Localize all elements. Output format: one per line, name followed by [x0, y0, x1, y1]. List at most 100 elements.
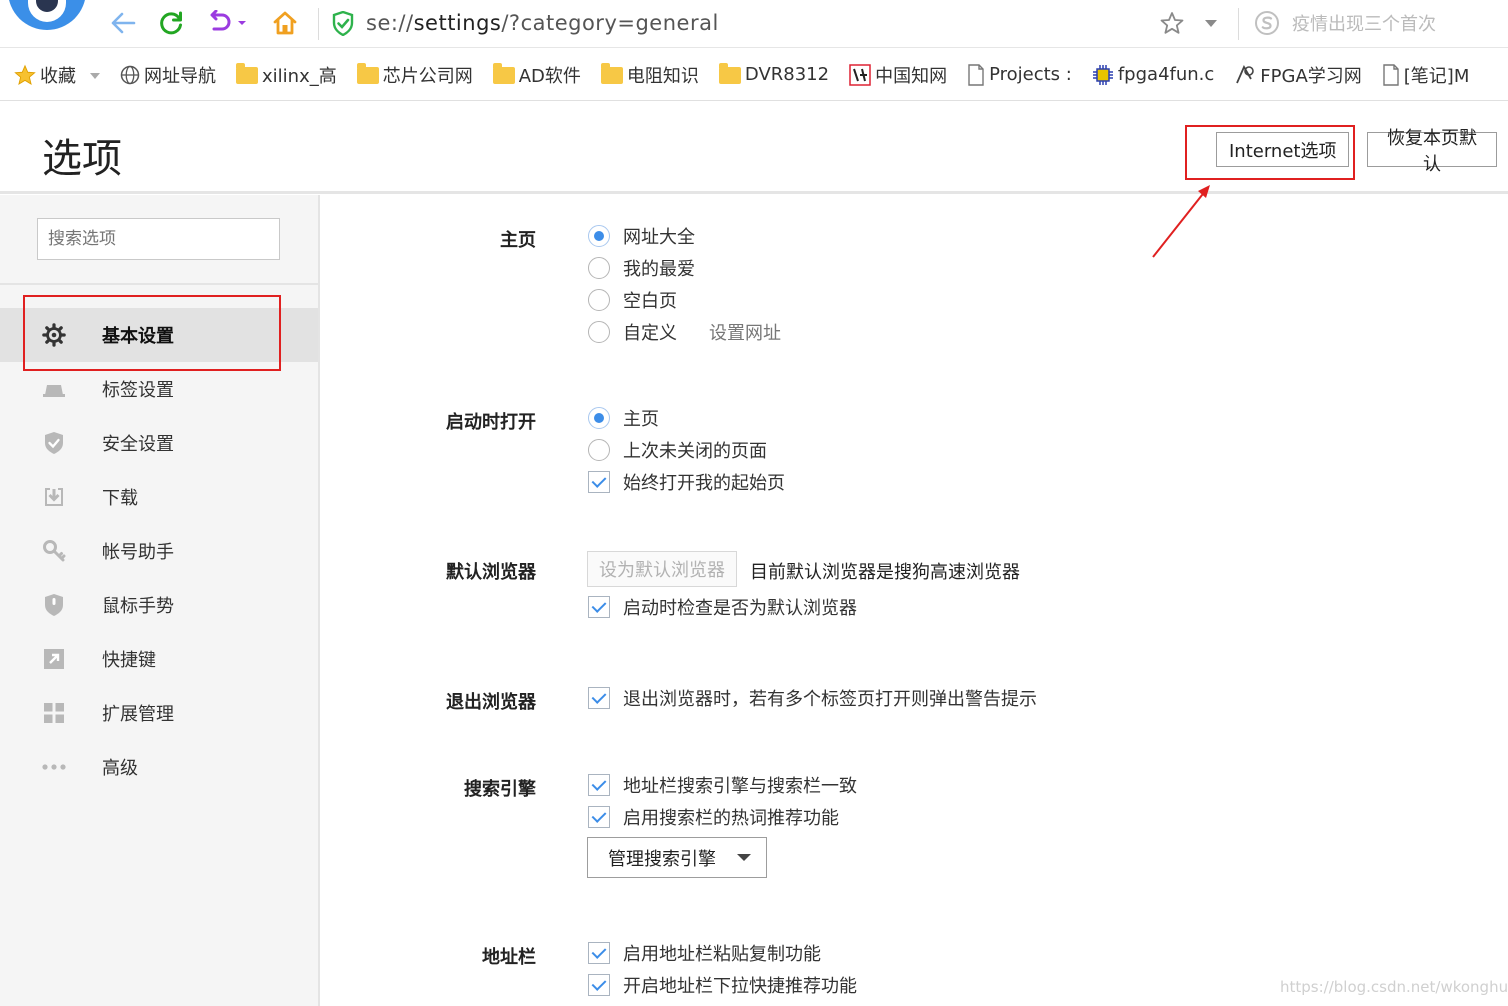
checkbox[interactable] [588, 806, 610, 828]
bookmark-folder[interactable]: 芯片公司网 [356, 58, 473, 92]
bookmark-item[interactable]: FPGA学习网 [1234, 58, 1362, 92]
folder-icon [492, 63, 515, 84]
shield-check-icon [42, 431, 66, 455]
sidebar-item-shortcuts[interactable]: 快捷键 [0, 632, 318, 686]
address-bar[interactable]: se://settings/?category=general [332, 6, 1132, 40]
checkbox[interactable] [588, 774, 610, 796]
shortcut-icon [42, 647, 66, 671]
checkbox[interactable] [588, 974, 610, 996]
radio-button[interactable] [588, 407, 610, 429]
homepage-option-blank[interactable]: 空白页 [588, 287, 677, 313]
more-icon [42, 755, 66, 779]
watermark: https://blog.csdn.net/wkonghua [1280, 978, 1508, 996]
toolbar-divider [1238, 8, 1239, 40]
sidebar-item-mouse-gestures[interactable]: 鼠标手势 [0, 578, 318, 632]
back-icon[interactable] [106, 6, 140, 40]
startup-always-open-checkbox[interactable]: 始终打开我的起始页 [588, 469, 785, 495]
checkbox[interactable] [588, 471, 610, 493]
browser-logo-icon[interactable] [8, 0, 86, 30]
folder-icon [356, 63, 379, 84]
settings-menu: 基本设置 标签设置 安全设置 下载 帐号助手 鼠标手势 快捷键 扩展管理 高级 [0, 308, 318, 794]
menu-dropdown-icon[interactable] [1196, 6, 1226, 40]
chevron-down-icon[interactable] [90, 64, 100, 85]
sidebar-item-download[interactable]: 下载 [0, 470, 318, 524]
search-placeholder: 疫情出现三个首次 [1292, 14, 1436, 35]
check-default-on-startup-checkbox[interactable]: 启动时检查是否为默认浏览器 [588, 594, 857, 620]
section-label-homepage: 主页 [500, 230, 536, 251]
bookmarks-bar: 收藏 网址导航 xilinx_高 芯片公司网 AD软件 电阻知识 DVR8312… [0, 49, 1508, 101]
checkbox[interactable] [588, 942, 610, 964]
hotwords-checkbox[interactable]: 启用搜索栏的热词推荐功能 [588, 804, 839, 830]
fpga-icon [1234, 64, 1256, 86]
radio-button[interactable] [588, 225, 610, 247]
secure-shield-icon [332, 10, 354, 40]
bookmark-folder[interactable]: AD软件 [492, 58, 581, 92]
section-label-exit: 退出浏览器 [446, 692, 536, 713]
url-text[interactable]: se://settings/?category=general [366, 11, 719, 35]
set-default-browser-button[interactable]: 设为默认浏览器 [587, 551, 737, 587]
bookmark-folder[interactable]: DVR8312 [718, 58, 829, 92]
folder-icon [718, 63, 741, 84]
radio-button[interactable] [588, 321, 610, 343]
radio-button[interactable] [588, 439, 610, 461]
homepage-option-directory[interactable]: 网址大全 [588, 223, 695, 249]
search-engine-sync-checkbox[interactable]: 地址栏搜索引擎与搜索栏一致 [588, 772, 857, 798]
extensions-icon [42, 701, 66, 725]
home-icon[interactable] [268, 6, 302, 40]
globe-icon [120, 65, 140, 85]
settings-search-input[interactable] [37, 218, 280, 260]
default-browser-status: 目前默认浏览器是搜狗高速浏览器 [750, 562, 1020, 583]
cnki-icon [849, 63, 871, 86]
bookmark-item[interactable]: [笔记]M [1382, 58, 1469, 92]
homepage-option-favorites[interactable]: 我的最爱 [588, 255, 695, 281]
chip-icon [1092, 64, 1114, 86]
sidebar-item-account[interactable]: 帐号助手 [0, 524, 318, 578]
folder-icon [600, 63, 623, 84]
browser-toolbar: se://settings/?category=general 疫情出现三个首次 [0, 0, 1508, 48]
settings-content: 主页 网址大全 我的最爱 空白页 自定义 设置网址 启动时打开 主页 上次未关闭的… [322, 195, 1508, 1006]
exit-warning-checkbox[interactable]: 退出浏览器时，若有多个标签页打开则弹出警告提示 [588, 685, 1037, 711]
checkbox[interactable] [588, 687, 610, 709]
manage-search-engines-dropdown[interactable]: 管理搜索引擎 [587, 837, 767, 878]
star-icon [14, 64, 36, 86]
startup-option-last-session[interactable]: 上次未关闭的页面 [588, 437, 767, 463]
bookmark-item[interactable]: Projects : [967, 58, 1072, 92]
bookmark-item[interactable]: 中国知网 [849, 58, 947, 92]
folder-icon [236, 63, 258, 84]
sidebar-item-extensions[interactable]: 扩展管理 [0, 686, 318, 740]
download-icon [42, 485, 66, 509]
bookmark-star-icon[interactable] [1155, 6, 1189, 40]
radio-button[interactable] [588, 257, 610, 279]
startup-option-homepage[interactable]: 主页 [588, 405, 659, 431]
search-box[interactable]: 疫情出现三个首次 [1250, 6, 1508, 40]
page-icon [1382, 63, 1400, 86]
bookmark-item[interactable]: fpga4fun.c [1092, 58, 1214, 92]
page-title: 选项 [42, 136, 122, 182]
page-icon [967, 63, 985, 86]
address-paste-copy-checkbox[interactable]: 启用地址栏粘贴复制功能 [588, 940, 821, 966]
section-label-startup: 启动时打开 [446, 412, 536, 433]
checkbox[interactable] [588, 596, 610, 618]
mouse-icon [42, 593, 66, 617]
toolbar-divider [318, 8, 319, 40]
sidebar-item-advanced[interactable]: 高级 [0, 740, 318, 794]
bookmark-favorites[interactable]: 收藏 [14, 58, 100, 92]
sidebar-item-security[interactable]: 安全设置 [0, 416, 318, 470]
reload-icon[interactable] [154, 6, 188, 40]
restore-defaults-button[interactable]: 恢复本页默认 [1367, 128, 1497, 175]
set-url-link[interactable]: 设置网址 [709, 319, 781, 345]
bookmark-item[interactable]: 网址导航 [120, 58, 216, 92]
tab-icon [42, 377, 66, 401]
sidebar-divider [0, 283, 318, 285]
annotation-highlight-box [23, 295, 281, 371]
section-label-search-engine: 搜索引擎 [464, 779, 536, 800]
section-label-address-bar: 地址栏 [482, 947, 536, 968]
homepage-option-custom[interactable]: 自定义 设置网址 [588, 319, 781, 345]
undo-dropdown-icon[interactable] [232, 6, 252, 40]
key-icon [42, 539, 66, 563]
sogou-search-icon [1254, 10, 1280, 40]
address-dropdown-suggest-checkbox[interactable]: 开启地址栏下拉快捷推荐功能 [588, 972, 857, 998]
radio-button[interactable] [588, 289, 610, 311]
bookmark-folder[interactable]: 电阻知识 [600, 58, 699, 92]
bookmark-folder[interactable]: xilinx_高 [236, 58, 337, 92]
